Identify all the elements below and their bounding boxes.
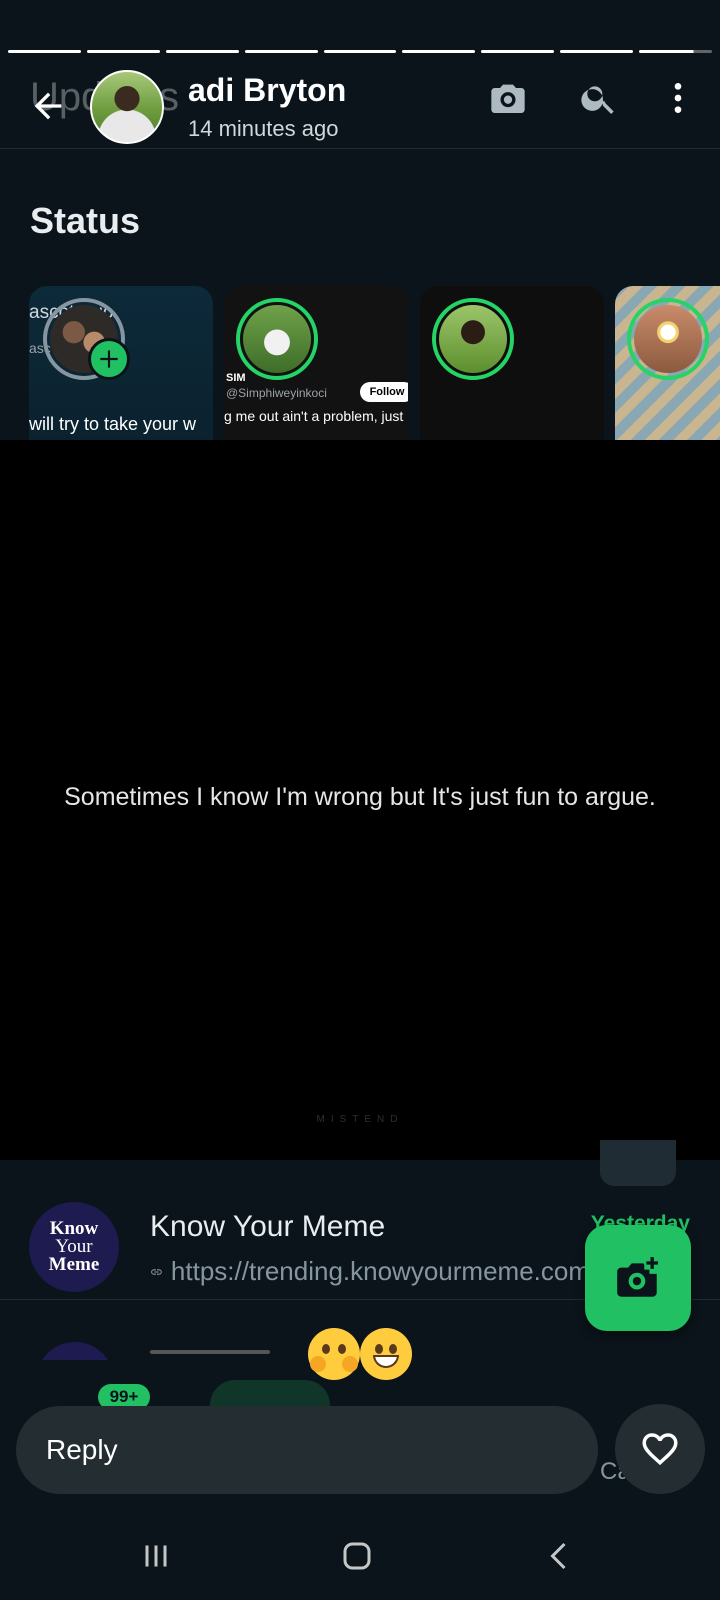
status-progress-bars — [8, 50, 713, 53]
progress-segment — [323, 50, 397, 53]
progress-segment — [86, 50, 160, 53]
status-time: 14 minutes ago — [188, 116, 339, 141]
watermark: MISTEND — [316, 1114, 404, 1125]
status-viewer-header: Updates adi Bryton 14 minutes ago — [0, 60, 720, 150]
card-caption: will try to take your w — [29, 414, 197, 434]
like-status-button[interactable] — [615, 1404, 705, 1494]
channel-avatar: Know Your Meme — [29, 1202, 119, 1292]
reply-placeholder: Reply — [46, 1434, 118, 1465]
heart-icon — [642, 1433, 678, 1466]
progress-segment — [165, 50, 239, 53]
recent-apps-icon — [145, 1545, 167, 1567]
status-content[interactable]: Sometimes I know I'm wrong but It's just… — [0, 440, 720, 1160]
more-options-button[interactable] — [654, 74, 702, 122]
next-channel-name — [150, 1350, 270, 1354]
status-text: Sometimes I know I'm wrong but It's just… — [64, 783, 656, 811]
progress-segment — [8, 50, 81, 53]
tweet-handle: @Simphiweyinkoci — [226, 386, 327, 400]
status-avatar — [439, 305, 507, 373]
emoji-eye — [389, 1344, 397, 1354]
contact-name[interactable]: adi Bryton — [188, 72, 346, 109]
emoji-hand — [342, 1356, 358, 1372]
system-navigation-bar — [0, 1510, 720, 1600]
status-avatar — [634, 305, 702, 373]
home-button[interactable] — [327, 1532, 387, 1580]
add-status-button[interactable] — [88, 338, 130, 380]
status-avatar — [243, 305, 311, 373]
search-button[interactable] — [575, 74, 623, 122]
camera-icon — [491, 84, 525, 113]
more-vertical-icon — [674, 83, 682, 113]
grinning-face-emoji[interactable] — [360, 1328, 412, 1380]
status-card[interactable] — [420, 286, 604, 440]
avatar-line: Meme — [48, 1254, 100, 1275]
progress-segment — [481, 50, 555, 53]
reply-input[interactable]: Reply — [16, 1406, 598, 1494]
emoji-eye — [322, 1344, 330, 1354]
channel-name: Know Your Meme — [150, 1210, 386, 1243]
avatar[interactable] — [90, 70, 164, 144]
recent-apps-button[interactable] — [126, 1532, 186, 1580]
emoji-mouth — [373, 1355, 399, 1368]
status-ring — [627, 298, 709, 380]
channel-preview-text: https://trending.knowyourmeme.com — [170, 1256, 590, 1286]
my-status-card[interactable]: ascotwaio asc will try to take your w — [29, 286, 213, 440]
hugging-face-emoji[interactable] — [308, 1328, 360, 1380]
follow-label: Follow — [360, 382, 408, 402]
status-ring — [236, 298, 318, 380]
plus-icon — [100, 350, 118, 368]
card-caption: g me out ain't a problem, just — [224, 408, 404, 424]
tweet-author: SIM — [226, 372, 246, 384]
home-icon — [343, 1542, 371, 1570]
camera-button[interactable] — [484, 74, 532, 122]
camera-plus-icon — [617, 1257, 658, 1297]
emoji-eye — [338, 1344, 346, 1354]
camera-fab[interactable] — [585, 1225, 691, 1331]
emoji-eye — [375, 1344, 383, 1354]
progress-segment-current — [639, 50, 713, 53]
search-icon — [581, 86, 614, 114]
emoji-hand — [310, 1356, 326, 1372]
back-arrow-icon — [34, 92, 62, 120]
progress-segment — [244, 50, 318, 53]
channel-preview: https://trending.knowyourmeme.com — [150, 1256, 590, 1287]
link-icon — [151, 1268, 162, 1275]
status-section-title: Status — [30, 200, 141, 241]
progress-segment — [402, 50, 476, 53]
progress-segment — [560, 50, 634, 53]
status-card[interactable]: SIM @Simphiweyinkoci Follow g me out ain… — [224, 286, 408, 440]
status-cards-row: ascotwaio asc will try to take your w SI… — [0, 286, 720, 440]
back-button[interactable] — [26, 84, 70, 128]
chevron-left-icon — [550, 1542, 566, 1570]
header-divider — [0, 148, 720, 149]
status-card[interactable] — [615, 286, 720, 440]
status-ring — [432, 298, 514, 380]
back-nav-button[interactable] — [530, 1532, 590, 1580]
